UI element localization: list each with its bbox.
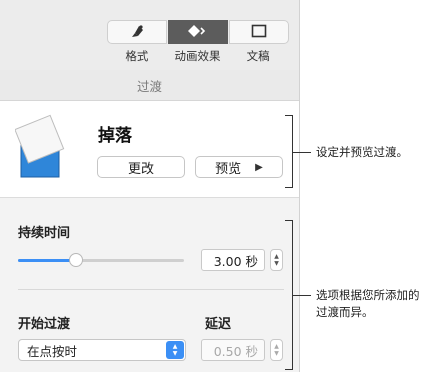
- change-button-label: 更改: [127, 161, 154, 177]
- start-transition-label: 开始过渡: [18, 317, 71, 332]
- stepper-up-icon: ▲: [274, 343, 279, 350]
- duration-slider-knob[interactable]: [69, 253, 84, 267]
- callout-bracket-options: [285, 220, 293, 370]
- tab-animate-label: 动画效果: [174, 49, 221, 63]
- callout-bracket-preview: [285, 115, 293, 188]
- delay-value: 0.50 秒: [213, 343, 258, 359]
- duration-value: 3.00 秒: [213, 253, 258, 269]
- effect-name: 掉落: [98, 126, 132, 146]
- tab-animate[interactable]: [168, 20, 228, 44]
- tab-format-label: 格式: [125, 49, 149, 63]
- callout-options-text: 选项根据您所添加的 过渡而异。: [316, 287, 420, 321]
- tab-document[interactable]: [229, 20, 289, 44]
- inspector-toolbar: 格式 动画效果 文稿: [0, 0, 299, 71]
- options-divider: [18, 289, 284, 290]
- callout-options-line1: 选项根据您所添加的: [316, 288, 420, 302]
- callout-line-preview: [293, 152, 311, 153]
- diamond-animate-icon: [187, 23, 209, 42]
- paintbrush-icon: [129, 23, 145, 42]
- delay-label: 延迟: [205, 317, 232, 332]
- duration-label: 持续时间: [18, 226, 71, 241]
- stepper-down-icon: ▼: [274, 350, 279, 357]
- delay-field[interactable]: 0.50 秒: [201, 339, 265, 361]
- select-chevron-icon: ▲ ▼: [166, 341, 184, 359]
- duration-slider[interactable]: [18, 253, 184, 267]
- transition-card: 掉落 更改 预览 ▶: [0, 101, 299, 198]
- section-title-transition: 过渡: [0, 70, 299, 101]
- start-transition-value: 在点按时: [27, 343, 78, 359]
- callout-preview-text: 设定并预览过渡。: [316, 145, 408, 159]
- document-frame-icon: [251, 23, 267, 42]
- inspector-tabs: [107, 20, 289, 46]
- play-icon: ▶: [255, 161, 263, 173]
- tab-labels: 格式 动画效果 文稿: [107, 48, 289, 64]
- duration-slider-fill: [18, 259, 77, 262]
- tab-format[interactable]: [107, 20, 167, 44]
- transition-thumbnail: [14, 113, 77, 179]
- preview-button-label: 预览: [215, 161, 242, 177]
- change-button[interactable]: 更改: [97, 156, 185, 178]
- callout-options-line2: 过渡而异。: [316, 305, 374, 319]
- preview-button[interactable]: 预览 ▶: [195, 156, 283, 178]
- duration-stepper[interactable]: ▲ ▼: [270, 249, 283, 271]
- inspector-panel: 格式 动画效果 文稿 过渡 掉落 更改 预览 ▶ 持续时间 3.00 秒 ▲ ▼…: [0, 0, 300, 372]
- stepper-up-icon: ▲: [274, 253, 279, 260]
- stepper-down-icon: ▼: [274, 260, 279, 267]
- duration-field[interactable]: 3.00 秒: [201, 249, 265, 271]
- start-transition-select[interactable]: 在点按时 ▲ ▼: [18, 339, 186, 361]
- callout-line-options: [293, 295, 311, 296]
- transition-options: 持续时间 3.00 秒 ▲ ▼ 开始过渡 延迟 在点按时 ▲ ▼ 0.50 秒 ▲…: [0, 198, 299, 372]
- delay-stepper[interactable]: ▲ ▼: [270, 339, 283, 361]
- tab-document-label: 文稿: [246, 49, 270, 63]
